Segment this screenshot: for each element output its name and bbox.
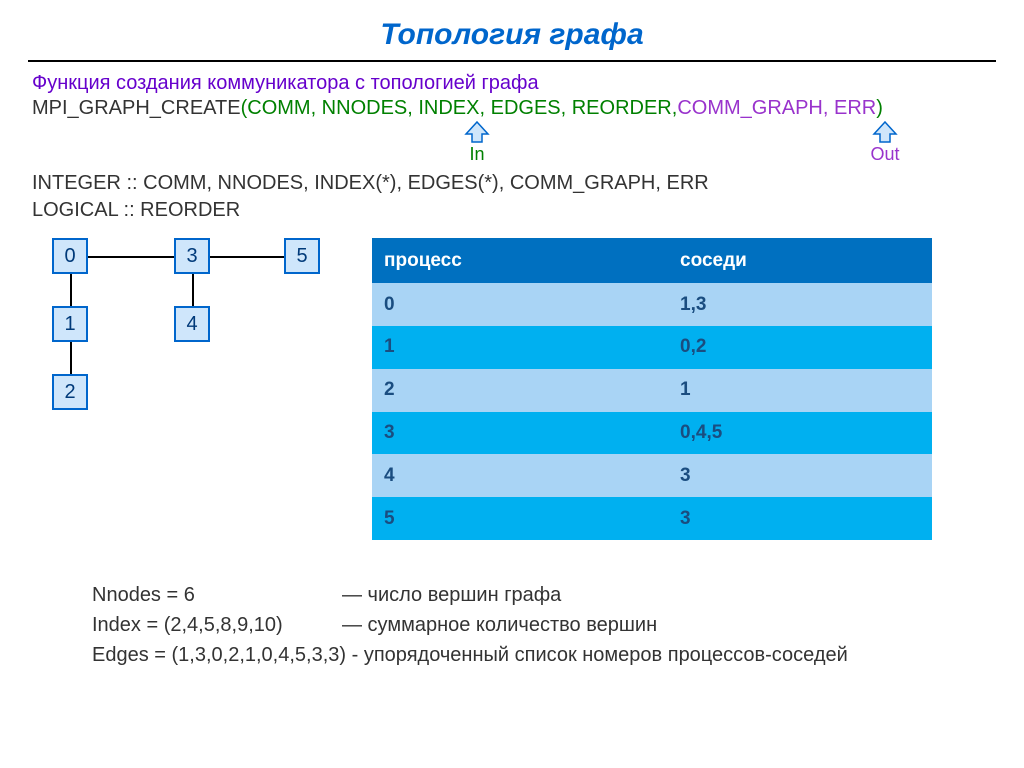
func-args-in: COMM, NNODES, INDEX, EDGES, REORDER, <box>247 97 677 119</box>
out-label: Out <box>870 144 899 164</box>
table-header-row: процесс соседи <box>372 238 932 283</box>
table-row: 53 <box>372 497 932 540</box>
func-args-out: COMM_GRAPH, ERR <box>677 97 876 119</box>
graph-node-5: 5 <box>284 238 320 274</box>
edge-1-2 <box>70 342 72 374</box>
col-neighbors: соседи <box>668 238 932 283</box>
graph-node-2: 2 <box>52 374 88 410</box>
arrow-up-icon <box>462 120 492 144</box>
graph-node-3: 3 <box>174 238 210 274</box>
declaration-integer: INTEGER :: COMM, NNODES, INDEX(*), EDGES… <box>32 170 992 197</box>
out-arrow: Out <box>870 120 900 165</box>
graph-node-4: 4 <box>174 306 210 342</box>
table-row: 01,3 <box>372 283 932 326</box>
edge-0-1 <box>70 274 72 306</box>
divider <box>28 60 996 62</box>
graph-diagram: 0 3 5 1 4 2 <box>32 238 332 540</box>
index-desc: — суммарное количество вершин <box>342 610 657 640</box>
func-name: MPI_GRAPH_CREATE <box>32 97 241 119</box>
nnodes-desc: — число вершин графа <box>342 580 561 610</box>
function-signature: MPI_GRAPH_CREATE(COMM, NNODES, INDEX, ED… <box>32 97 992 120</box>
in-label: In <box>469 144 484 164</box>
table-row: 10,2 <box>372 326 932 369</box>
page-title: Топология графа <box>0 0 1024 60</box>
edges-line: Edges = (1,3,0,2,1,0,4,5,3,3) - упорядоч… <box>92 640 992 670</box>
graph-node-0: 0 <box>52 238 88 274</box>
graph-node-1: 1 <box>52 306 88 342</box>
edge-3-5 <box>210 256 284 258</box>
in-arrow: In <box>462 120 492 165</box>
edge-0-3 <box>88 256 174 258</box>
function-description: Функция создания коммуникатора с тополог… <box>32 72 992 95</box>
index-label: Index = (2,4,5,8,9,10) <box>92 610 342 640</box>
edge-3-4 <box>192 274 194 306</box>
table-row: 21 <box>372 369 932 412</box>
parameter-explanation: Nnodes = 6 — число вершин графа Index = … <box>32 580 992 670</box>
nnodes-label: Nnodes = 6 <box>92 580 342 610</box>
declaration-logical: LOGICAL :: REORDER <box>32 197 992 224</box>
col-process: процесс <box>372 238 668 283</box>
arrow-row: In Out <box>32 120 992 170</box>
arrow-up-icon <box>870 120 900 144</box>
table-row: 43 <box>372 454 932 497</box>
neighbors-table: процесс соседи 01,3 10,2 21 30,4,5 43 53 <box>372 238 932 540</box>
table-row: 30,4,5 <box>372 412 932 455</box>
